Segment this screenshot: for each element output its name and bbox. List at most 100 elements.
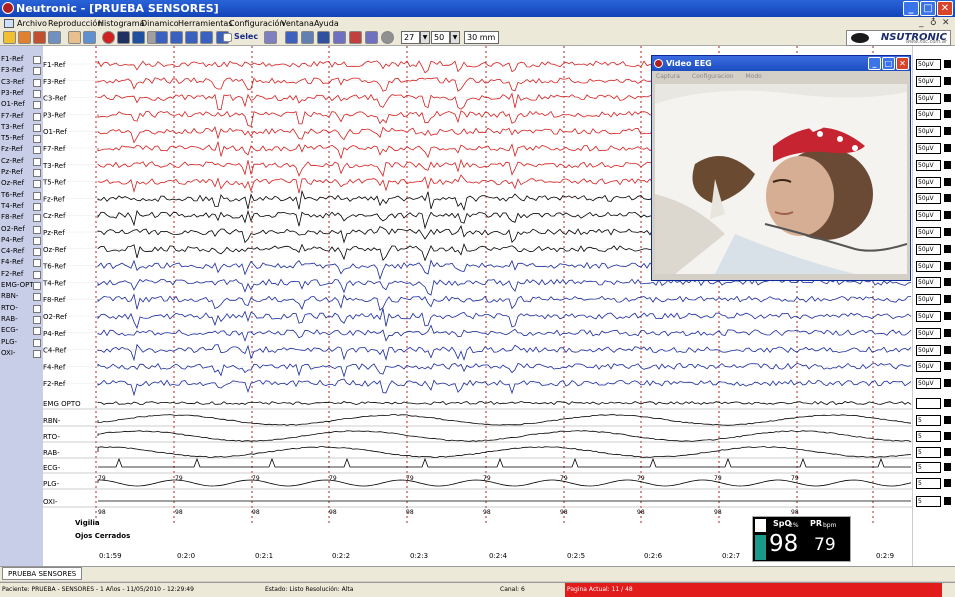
tab-prueba-sensores[interactable]: PRUEBA SENSORES: [2, 567, 83, 580]
channel-checkbox[interactable]: [33, 180, 41, 189]
scale-box[interactable]: 50µV: [916, 260, 941, 272]
select-checkbox[interactable]: [223, 33, 232, 42]
channel-checkbox[interactable]: [33, 101, 41, 110]
scale-box[interactable]: 50µV: [916, 227, 941, 238]
menu-histograma[interactable]: Histograma: [98, 17, 144, 30]
scale-box[interactable]: 50µV: [916, 126, 941, 138]
channel-checkbox[interactable]: [33, 315, 41, 324]
menu-reproduccion[interactable]: Reproducción: [48, 17, 102, 30]
channel-checkbox[interactable]: [33, 327, 41, 336]
video-close-button[interactable]: ✕: [896, 57, 909, 70]
scale-box[interactable]: 50µV: [916, 311, 941, 322]
mdi-restore-button[interactable]: ♁: [930, 17, 937, 30]
map-icon[interactable]: [365, 31, 378, 44]
menu-herramientas[interactable]: Herramientas: [178, 17, 233, 30]
hand-icon[interactable]: [68, 31, 81, 44]
open-study-icon[interactable]: [18, 31, 31, 44]
first-page-icon[interactable]: [155, 31, 168, 44]
spectrum-icon[interactable]: [285, 31, 298, 44]
scale-box[interactable]: 50µV: [916, 243, 941, 255]
zoom-icon[interactable]: [83, 31, 96, 44]
channel-checkbox[interactable]: [33, 293, 41, 302]
columns-icon[interactable]: [349, 31, 362, 44]
channel-checkbox[interactable]: [33, 67, 41, 76]
open-folder-icon[interactable]: [3, 31, 16, 44]
channel-checkbox[interactable]: [33, 338, 41, 347]
scale-box[interactable]: 50µV: [916, 92, 941, 104]
speed-input[interactable]: 50: [431, 31, 450, 44]
channel-checkbox[interactable]: [33, 123, 41, 132]
video-minimize-button[interactable]: _: [868, 57, 881, 70]
scale-box[interactable]: 50µV: [916, 294, 941, 306]
video-menu-configuracion[interactable]: Configuracion: [692, 73, 734, 80]
report-icon[interactable]: [301, 31, 314, 44]
menu-archivo[interactable]: Archivo: [17, 17, 47, 30]
channel-checkbox[interactable]: [33, 270, 41, 279]
timebase-input[interactable]: 30 mm: [464, 31, 499, 44]
channel-checkbox[interactable]: [33, 349, 41, 358]
menu-configuracion[interactable]: Configuración: [229, 17, 285, 30]
next-page-icon[interactable]: [200, 31, 213, 44]
sensitivity-input[interactable]: 27: [401, 31, 420, 44]
scale-box[interactable]: 50µV: [916, 361, 941, 373]
scale-box[interactable]: 50µV: [916, 327, 941, 339]
video-eeg-window[interactable]: Video EEG _ □ ✕ Captura Configuracion Mo…: [651, 55, 911, 281]
stop-icon[interactable]: [117, 31, 130, 44]
prev-page-icon[interactable]: [170, 31, 183, 44]
scale-box[interactable]: 50µV: [916, 344, 941, 356]
scale-box[interactable]: 50µV: [916, 210, 941, 222]
channel-checkbox[interactable]: [33, 259, 41, 268]
channel-checkbox[interactable]: [33, 191, 41, 200]
channel-checkbox[interactable]: [33, 56, 41, 64]
channel-checkbox[interactable]: [33, 236, 41, 245]
channel-checkbox[interactable]: [33, 78, 41, 87]
menu-ventana[interactable]: Ventana: [281, 17, 314, 30]
channel-checkbox[interactable]: [33, 89, 41, 98]
channel-checkbox[interactable]: [33, 214, 41, 223]
channel-checkbox[interactable]: [33, 248, 41, 257]
minimize-button[interactable]: _: [903, 1, 919, 16]
scale-box[interactable]: 50µV: [916, 75, 941, 87]
scale-box[interactable]: 5: [916, 496, 941, 507]
record-icon[interactable]: [102, 31, 115, 44]
video-menu-modo[interactable]: Modo: [745, 73, 761, 80]
scale-box[interactable]: 50µV: [916, 109, 941, 121]
channel-checkbox[interactable]: [33, 282, 41, 290]
save-icon[interactable]: [33, 31, 46, 44]
filter-icon[interactable]: [264, 31, 277, 44]
clock-icon[interactable]: [381, 31, 394, 44]
scale-box[interactable]: 5: [916, 447, 941, 458]
sensitivity-dropdown[interactable]: ▼: [420, 31, 430, 44]
marker-icon[interactable]: [132, 31, 145, 44]
video-menu-captura[interactable]: Captura: [656, 73, 680, 80]
video-maximize-button[interactable]: □: [882, 57, 895, 70]
scale-box[interactable]: 50µV: [916, 143, 941, 154]
channel-checkbox[interactable]: [33, 135, 41, 144]
mdi-minimize-button[interactable]: _: [919, 17, 924, 30]
menu-ayuda[interactable]: Ayuda: [314, 17, 339, 30]
scale-box[interactable]: [916, 398, 941, 409]
scale-box[interactable]: 50µV: [916, 59, 941, 70]
speed-dropdown[interactable]: ▼: [450, 31, 460, 44]
scale-box[interactable]: 5: [916, 415, 941, 426]
scale-box[interactable]: 50µV: [916, 193, 941, 205]
close-button[interactable]: ✕: [937, 1, 953, 16]
scale-box[interactable]: 5: [916, 478, 941, 489]
maximize-button[interactable]: □: [920, 1, 936, 16]
play-icon[interactable]: [185, 31, 198, 44]
scale-box[interactable]: 50µV: [916, 176, 941, 188]
channel-checkbox[interactable]: [33, 112, 41, 121]
scale-box[interactable]: 50µV: [916, 277, 941, 289]
scale-box[interactable]: 5: [916, 462, 941, 473]
scale-box[interactable]: 5: [916, 431, 941, 442]
channel-checkbox[interactable]: [33, 169, 41, 177]
channel-checkbox[interactable]: [33, 225, 41, 234]
channel-checkbox[interactable]: [33, 202, 41, 211]
histogram-icon[interactable]: [317, 31, 330, 44]
bars-icon[interactable]: [333, 31, 346, 44]
print-icon[interactable]: [48, 31, 61, 44]
scale-box[interactable]: 50µV: [916, 378, 941, 390]
channel-checkbox[interactable]: [33, 304, 41, 313]
channel-checkbox[interactable]: [33, 146, 41, 155]
mdi-close-button[interactable]: ✕: [942, 17, 950, 30]
